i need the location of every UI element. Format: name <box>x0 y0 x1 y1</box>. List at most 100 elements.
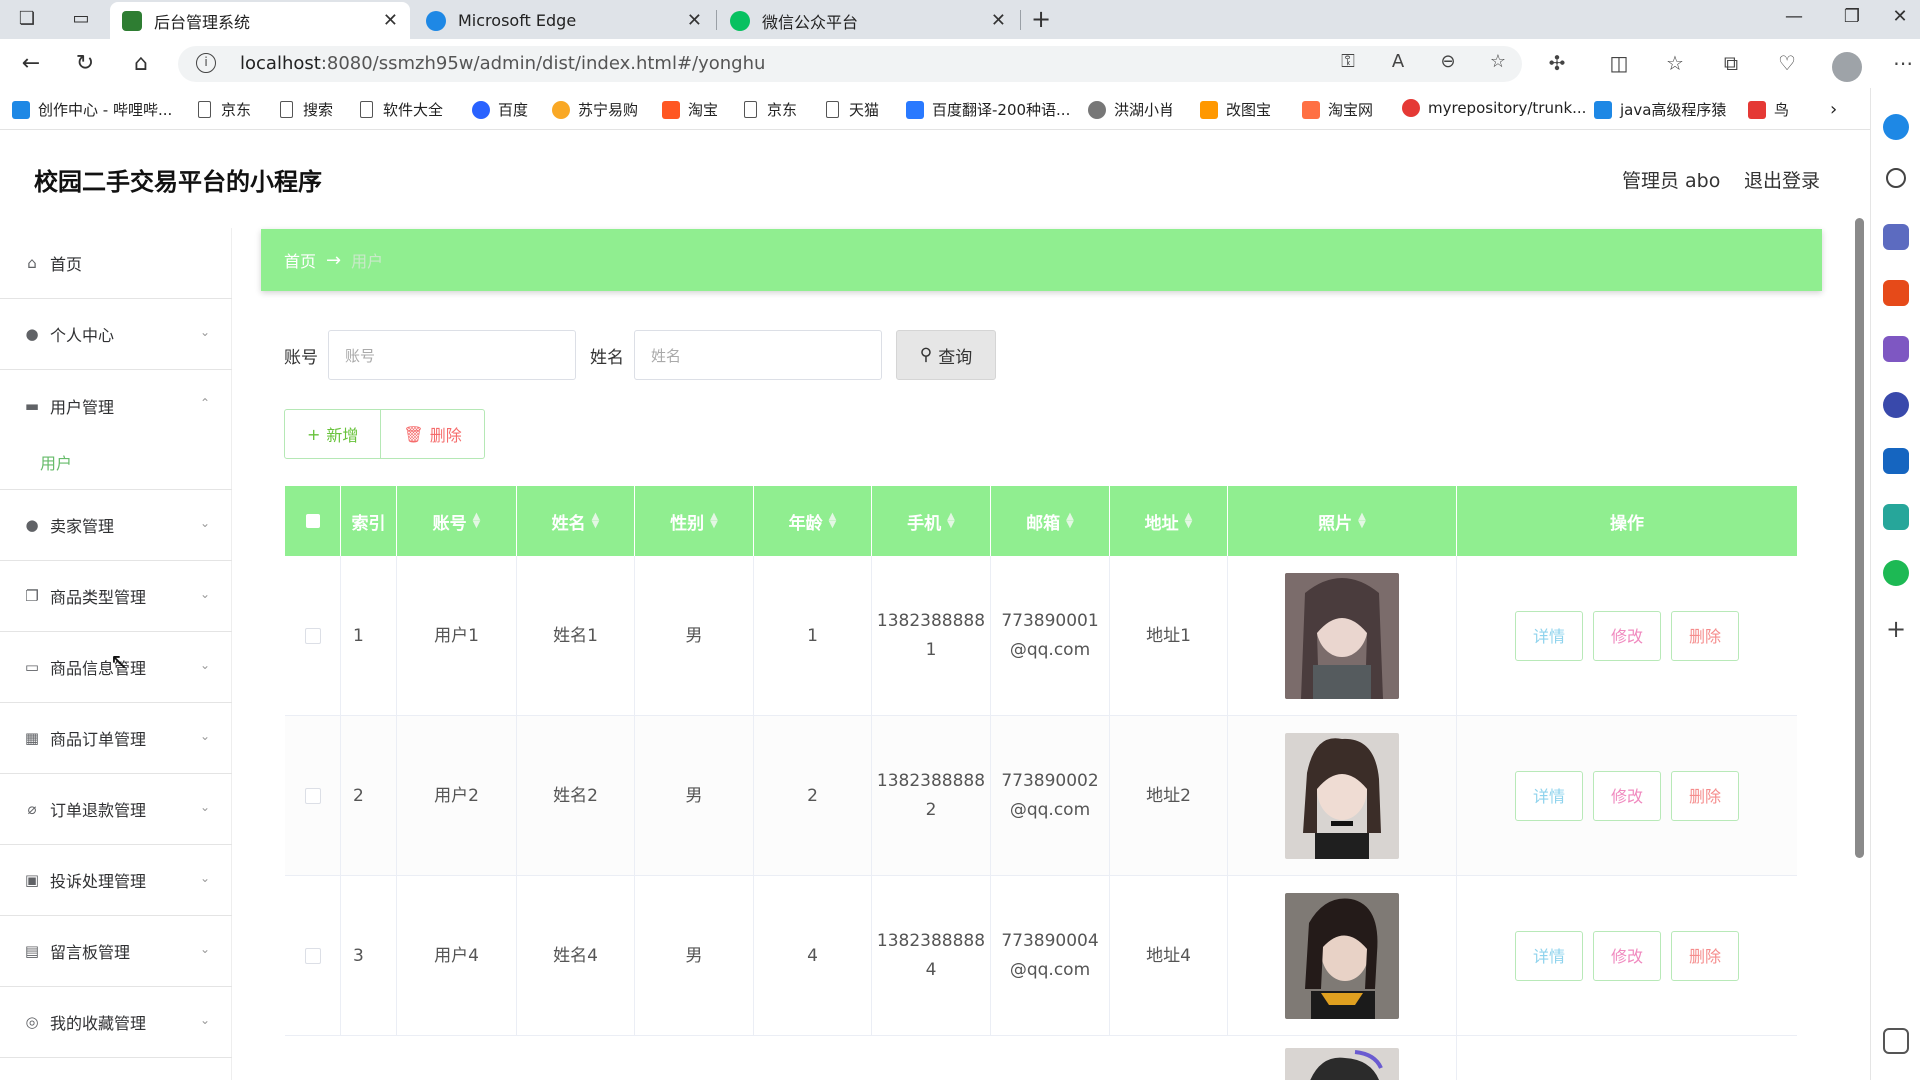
more-bookmarks-icon[interactable]: › <box>1830 99 1837 120</box>
screenshot-icon[interactable] <box>1883 1028 1909 1054</box>
bookmark-item[interactable]: 淘宝 <box>662 99 718 120</box>
sort-icon[interactable]: ▲ ▼ <box>592 512 600 530</box>
copilot-icon[interactable] <box>1883 392 1909 418</box>
tab-admin[interactable]: 后台管理系统 ✕ <box>110 2 410 39</box>
bookmark-item[interactable]: 百度翻译-200种语... <box>906 99 1070 120</box>
favorite-star-icon[interactable]: ☆ <box>1484 51 1512 72</box>
tab-edge[interactable]: Microsoft Edge ✕ <box>414 2 714 39</box>
account-input[interactable]: 账号 <box>328 330 576 380</box>
sidebar-item-messages[interactable]: ▤ 留言板管理 ⌄ <box>0 916 232 987</box>
sidebar-subitem-user[interactable]: 用户 <box>0 434 232 490</box>
edit-button[interactable]: 修改 <box>1593 771 1661 821</box>
bookmark-item[interactable]: 淘宝网 <box>1302 99 1373 120</box>
sidebar-item-home[interactable]: ⌂ 首页 <box>0 228 232 299</box>
search-icon[interactable] <box>1886 168 1906 188</box>
sidebar-item-product-types[interactable]: ❐ 商品类型管理 ⌄ <box>0 561 232 632</box>
sort-icon[interactable]: ▲ ▼ <box>1185 512 1193 530</box>
bookmark-item[interactable]: 软件大全 <box>360 99 443 120</box>
row-checkbox[interactable] <box>304 788 321 804</box>
header-phone[interactable]: 手机 ▲ ▼ <box>872 486 991 556</box>
detail-button[interactable]: 详情 <box>1515 611 1583 661</box>
bookmark-item[interactable]: myrepository/trunk... <box>1402 99 1586 117</box>
sidebar-item-refunds[interactable]: ⌀ 订单退款管理 ⌄ <box>0 774 232 845</box>
sort-icon[interactable]: ▲ ▼ <box>1066 512 1074 530</box>
bookmark-item[interactable]: 京东 <box>744 99 797 120</box>
back-icon[interactable]: ← <box>16 49 46 79</box>
split-screen-icon[interactable]: ◫ <box>1604 51 1634 75</box>
spotify-icon[interactable] <box>1883 560 1909 586</box>
zoom-out-icon[interactable]: ⊖ <box>1434 51 1462 72</box>
restore-icon[interactable]: ❐ <box>1832 6 1872 27</box>
new-tab-icon[interactable]: + <box>1028 7 1054 31</box>
header-name[interactable]: 姓名 ▲ ▼ <box>517 486 635 556</box>
sidebar-item-users[interactable]: ▬ 用户管理 ⌃ <box>0 370 232 441</box>
sidebar-item-complaints[interactable]: ▣ 投诉处理管理 ⌄ <box>0 845 232 916</box>
row-checkbox[interactable] <box>304 948 321 964</box>
games-icon[interactable] <box>1883 336 1909 362</box>
outlook-icon[interactable] <box>1883 448 1909 474</box>
header-email[interactable]: 邮箱 ▲ ▼ <box>991 486 1110 556</box>
breadcrumb-home[interactable]: 首页 <box>284 248 316 272</box>
header-account[interactable]: 账号 ▲ ▼ <box>397 486 517 556</box>
tab-actions-icon[interactable]: ▭ <box>68 8 94 30</box>
collections-icon[interactable]: ⧉ <box>1716 51 1746 75</box>
bookmark-item[interactable]: 搜索 <box>280 99 333 120</box>
detail-button[interactable]: 详情 <box>1515 931 1583 981</box>
edit-button[interactable]: 修改 <box>1593 611 1661 661</box>
bookmark-item[interactable]: java高级程序猿 <box>1594 99 1726 120</box>
header-gender[interactable]: 性别 ▲ ▼ <box>635 486 754 556</box>
url-field[interactable]: i localhost:8080/ssmzh95w/admin/dist/ind… <box>178 46 1522 82</box>
refresh-icon[interactable]: ↻ <box>70 49 100 79</box>
page-scrollbar[interactable] <box>1855 218 1864 858</box>
sort-icon[interactable]: ▲ ▼ <box>829 512 837 530</box>
favorites-icon[interactable]: ☆ <box>1660 51 1690 75</box>
bookmark-item[interactable]: 洪湖小肖 <box>1088 99 1174 120</box>
close-window-icon[interactable]: ✕ <box>1880 6 1920 27</box>
add-button[interactable]: + 新增 <box>284 409 382 459</box>
workspaces-icon[interactable]: ❏ <box>14 8 40 30</box>
notification-icon[interactable] <box>1883 114 1909 140</box>
minimize-icon[interactable]: — <box>1774 6 1814 27</box>
sidebar-item-sellers[interactable]: ● 卖家管理 ⌄ <box>0 490 232 561</box>
edit-button[interactable]: 修改 <box>1593 931 1661 981</box>
performance-icon[interactable]: ♡ <box>1772 51 1802 75</box>
tag-icon[interactable] <box>1883 224 1909 250</box>
password-key-icon[interactable]: ⚿ <box>1334 51 1362 72</box>
bookmark-item[interactable]: 天猫 <box>826 99 879 120</box>
header-photo[interactable]: 照片 ▲ ▼ <box>1228 486 1457 556</box>
sort-icon[interactable]: ▲ ▼ <box>1358 512 1366 530</box>
toolbox-icon[interactable] <box>1883 280 1909 306</box>
batch-delete-button[interactable]: 🗑 删除 <box>381 409 485 459</box>
query-button[interactable]: ⚲ 查询 <box>896 330 996 380</box>
detail-button[interactable]: 详情 <box>1515 771 1583 821</box>
delete-button[interactable]: 删除 <box>1671 931 1739 981</box>
extensions-icon[interactable]: ✣ <box>1542 51 1572 75</box>
close-icon[interactable]: ✕ <box>991 10 1006 31</box>
close-icon[interactable]: ✕ <box>383 10 398 31</box>
bookmark-item[interactable]: 百度 <box>472 99 528 120</box>
row-checkbox[interactable] <box>304 628 321 644</box>
bookmark-item[interactable]: 改图宝 <box>1200 99 1271 120</box>
header-age[interactable]: 年龄 ▲ ▼ <box>754 486 872 556</box>
name-input[interactable]: 姓名 <box>634 330 882 380</box>
more-menu-icon[interactable]: ⋯ <box>1888 51 1918 75</box>
logout-link[interactable]: 退出登录 <box>1744 166 1820 193</box>
bookmark-item[interactable]: 鸟 <box>1748 99 1789 120</box>
sidebar-item-orders[interactable]: ▦ 商品订单管理 ⌄ <box>0 703 232 774</box>
add-app-icon[interactable]: + <box>1883 616 1909 642</box>
select-all-checkbox[interactable] <box>305 514 320 528</box>
sort-icon[interactable]: ▲ ▼ <box>710 512 718 530</box>
bookmark-item[interactable]: 苏宁易购 <box>552 99 638 120</box>
close-icon[interactable]: ✕ <box>687 10 702 31</box>
sort-icon[interactable]: ▲ ▼ <box>473 512 481 530</box>
sidebar-item-profile[interactable]: ● 个人中心 ⌄ <box>0 299 232 370</box>
read-aloud-icon[interactable]: A <box>1384 51 1412 72</box>
delete-button[interactable]: 删除 <box>1671 771 1739 821</box>
tab-wechat[interactable]: 微信公众平台 ✕ <box>718 2 1018 39</box>
header-address[interactable]: 地址 ▲ ▼ <box>1110 486 1228 556</box>
profile-avatar[interactable] <box>1832 52 1862 82</box>
bookmark-item[interactable]: 创作中心 - 哔哩哔... <box>12 99 172 120</box>
delete-button[interactable]: 删除 <box>1671 611 1739 661</box>
home-icon[interactable]: ⌂ <box>126 49 156 79</box>
sidebar-item-favorites[interactable]: ◎ 我的收藏管理 ⌄ <box>0 987 232 1058</box>
